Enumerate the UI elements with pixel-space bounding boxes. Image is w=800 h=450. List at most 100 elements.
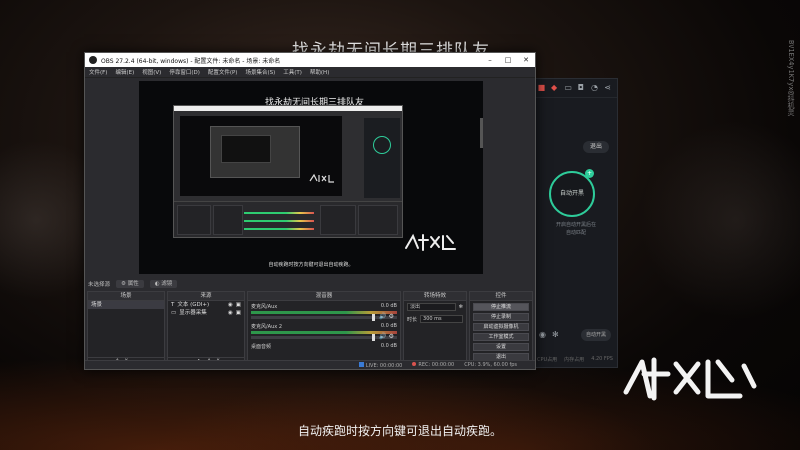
- scene-item[interactable]: 场景: [88, 301, 164, 309]
- transition-type-select[interactable]: 淡出: [407, 303, 456, 311]
- menu-scene-collection[interactable]: 场景集合(S): [245, 68, 275, 76]
- nested-preview-level2: [210, 126, 300, 178]
- menu-edit[interactable]: 编辑(E): [115, 68, 134, 76]
- menu-help[interactable]: 帮助(H): [310, 68, 329, 76]
- nested-meter-2: [244, 220, 314, 222]
- filters-label: 滤镜: [161, 280, 173, 287]
- rec-indicator: REC: 00:00:00: [412, 362, 454, 368]
- rec-icon: [412, 362, 417, 366]
- transition-type-row: 淡出 ✻: [404, 301, 466, 313]
- share-icon[interactable]: ⋖: [604, 84, 612, 92]
- nested-auto-ring: [373, 136, 391, 154]
- obs-logo-icon: [89, 56, 97, 64]
- stat-fps: 4.20 FPS: [591, 356, 613, 362]
- transitions-panel: 转场特效 淡出 ✻ 时长 300 ms: [403, 291, 467, 368]
- lock-icon[interactable]: ◘: [578, 84, 586, 92]
- scenes-panel: 场景 场景 + − ˄ ˅: [87, 291, 165, 368]
- obs-menubar: 文件(F) 编辑(E) 视图(V) 停靠窗口(D) 配置文件(P) 场景集合(S…: [85, 67, 535, 78]
- live-icon: [358, 361, 364, 367]
- volume-slider[interactable]: [251, 334, 397, 341]
- studio-mode-button[interactable]: 工作室模式: [473, 333, 529, 341]
- eye-icon[interactable]: ◉: [539, 331, 546, 339]
- obs-window: OBS 27.2.4 (64-bit, windows) - 配置文件: 未命名…: [84, 52, 536, 370]
- track-name: 桌面音频: [251, 344, 272, 350]
- stat-mem: 内存占用: [564, 357, 585, 363]
- obs-status-bar: LIVE: 00:00:00 REC: 00:00:00 CPU: 3.9%, …: [85, 360, 535, 369]
- source-toolbar: 未选择源 ⚙ 属性 ◐ 滤镜: [85, 278, 535, 289]
- virtual-camera-button[interactable]: 启动虚拟摄像机: [473, 323, 529, 331]
- launcher-desc-line2: 自动匹配: [565, 230, 586, 236]
- launcher-exit-button[interactable]: 退出: [583, 141, 609, 153]
- nested-obs-window: [173, 105, 403, 238]
- track-name: 麦克风/Aux 2: [251, 324, 283, 330]
- mixer-track: 桌面音频 0.0 dB: [248, 341, 400, 352]
- speaker-icon[interactable]: 🔊 ⚙: [379, 313, 394, 320]
- live-time: LIVE: 00:00:00: [365, 362, 403, 369]
- volume-meter: [251, 331, 397, 334]
- launcher-panel: ■ ◆ ▭ ◘ ◔ ⋖ 退出 自动开黑 + 开启自动开黑后在 自动匹配 ◉ ✻ …: [532, 78, 618, 368]
- mixer-panel: 混音器 麦克风/Aux 0.0 dB 🔊 ⚙ 麦克风/Aux 2 0.0 dB 🔊 …: [247, 291, 401, 368]
- canvas-game-logo-icon: [405, 233, 456, 251]
- transition-settings-gear-icon[interactable]: ✻: [459, 304, 463, 310]
- volume-meter: [251, 311, 397, 314]
- lock-icon[interactable]: ▣: [236, 310, 241, 317]
- close-button[interactable]: ✕: [517, 56, 535, 64]
- nested-transitions-pane: [320, 205, 356, 235]
- obs-titlebar[interactable]: OBS 27.2.4 (64-bit, windows) - 配置文件: 未命名…: [85, 53, 535, 67]
- track-db: 0.0 dB: [380, 343, 397, 349]
- game-logo-icon: [623, 357, 757, 401]
- stop-streaming-button[interactable]: 停止推流: [473, 303, 529, 311]
- smoke-right: [640, 120, 800, 320]
- menu-tools[interactable]: 工具(T): [283, 68, 302, 76]
- transitions-header: 转场特效: [404, 292, 466, 301]
- duration-label: 时长: [407, 316, 418, 323]
- minimize-button[interactable]: –: [481, 56, 499, 64]
- launcher-auto-pill[interactable]: 自动开黑: [581, 329, 611, 341]
- gear-icon[interactable]: ✻: [552, 331, 559, 339]
- speaker-icon[interactable]: 🔊 ⚙: [379, 333, 394, 340]
- volume-slider[interactable]: [251, 314, 397, 321]
- monitor-source-icon: ▭: [171, 309, 177, 316]
- message-icon[interactable]: ▭: [564, 84, 572, 92]
- volume-knob[interactable]: [372, 334, 375, 341]
- nested-controls-pane: [358, 205, 398, 235]
- maximize-button[interactable]: □: [499, 56, 517, 64]
- properties-label: 属性: [127, 280, 139, 287]
- bag-icon[interactable]: ◆: [551, 84, 559, 92]
- filters-button[interactable]: ◐ 滤镜: [149, 279, 178, 288]
- stop-recording-button[interactable]: 停止录制: [473, 313, 529, 321]
- source-item-label: 文本 (GDI+): [177, 301, 210, 308]
- volume-knob[interactable]: [372, 314, 375, 321]
- visibility-eye-icon[interactable]: ◉: [228, 310, 233, 317]
- properties-button[interactable]: ⚙ 属性: [116, 279, 144, 288]
- duration-input[interactable]: 300 ms: [420, 315, 463, 323]
- obs-preview-canvas[interactable]: 找永劫无间长期三排队友 自动疾跑时按方向键可退出自动疾跑。: [139, 81, 483, 274]
- source-item[interactable]: ▭ 显示器采集 ◉ ▣: [168, 309, 244, 317]
- menu-file[interactable]: 文件(F): [89, 68, 107, 76]
- auto-match-badge: +: [585, 169, 594, 178]
- obs-dock: 未选择源 ⚙ 属性 ◐ 滤镜 场景 场景 + − ˄ ˅ 来源 T 文本 (GD…: [85, 278, 535, 369]
- nested-preview-level3: [221, 135, 271, 163]
- lock-icon[interactable]: ▣: [236, 302, 241, 309]
- track-db: 0.0 dB: [380, 323, 397, 329]
- launcher-bottom-bar: ◉ ✻ 自动开黑: [539, 329, 611, 341]
- no-source-label: 未选择源: [88, 281, 111, 288]
- nested-preview: [180, 116, 342, 196]
- canvas-subtitle: 自动疾跑时按方向键可退出自动疾跑。: [268, 262, 354, 268]
- track-db: 0.0 dB: [380, 303, 397, 309]
- source-item[interactable]: T 文本 (GDI+) ◉ ▣: [168, 301, 244, 309]
- gift-icon[interactable]: ■: [538, 84, 546, 92]
- preview-scrollbar[interactable]: [480, 118, 483, 148]
- menu-profile[interactable]: 配置文件(P): [208, 68, 238, 76]
- visibility-eye-icon[interactable]: ◉: [228, 302, 233, 309]
- bell-icon[interactable]: ◔: [591, 84, 599, 92]
- nested-meter-3: [244, 228, 314, 230]
- video-subtitle: 自动疾跑时按方向键可退出自动疾跑。: [297, 424, 502, 438]
- menu-docks[interactable]: 停靠窗口(D): [169, 68, 200, 76]
- menu-view[interactable]: 视图(V): [142, 68, 161, 76]
- text-source-icon: T: [171, 301, 175, 308]
- settings-button[interactable]: 设置: [473, 343, 529, 351]
- launcher-toolbar: ■ ◆ ▭ ◘ ◔ ⋖: [533, 79, 617, 98]
- controls-panel: 控件 停止推流 停止录制 启动虚拟摄像机 工作室模式 设置 退出: [469, 291, 533, 368]
- sources-panel: 来源 T 文本 (GDI+) ◉ ▣ ▭ 显示器采集 ◉ ▣ + − ✻ ˄ ˅: [167, 291, 245, 368]
